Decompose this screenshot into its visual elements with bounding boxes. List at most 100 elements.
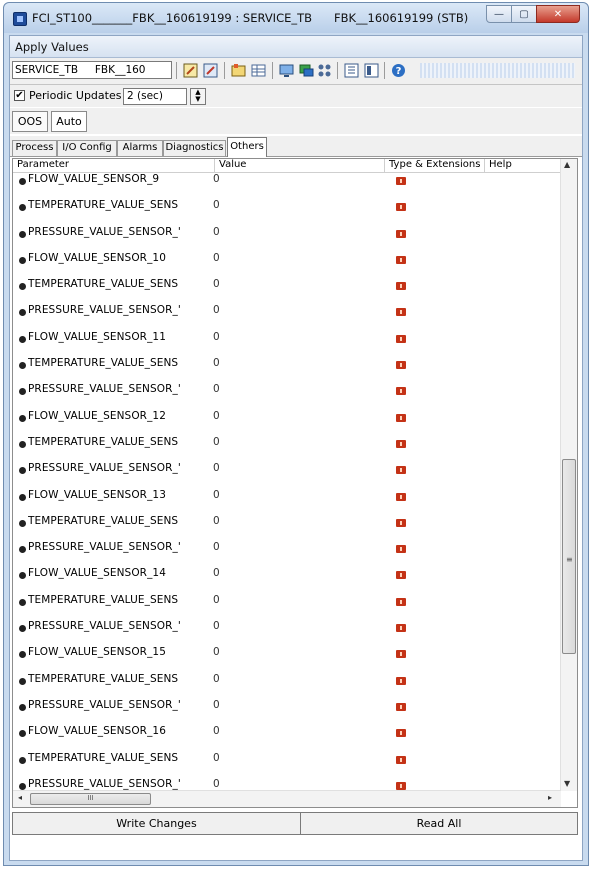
table-row[interactable]: FLOW_VALUE_SENSOR_11 0: [13, 330, 561, 356]
table-row[interactable]: PRESSURE_VALUE_SENSOR_' 0: [13, 461, 561, 487]
scroll-up-arrow[interactable]: ▲: [564, 160, 570, 169]
compare-icon[interactable]: [230, 62, 247, 79]
minimize-button[interactable]: —: [486, 5, 512, 23]
periodic-updates-checkbox[interactable]: ✔: [14, 90, 25, 101]
vertical-scroll-thumb[interactable]: ≡: [562, 459, 576, 654]
auto-button[interactable]: Auto: [51, 111, 87, 132]
table-row[interactable]: TEMPERATURE_VALUE_SENS 0: [13, 672, 561, 698]
maximize-button[interactable]: ▢: [511, 5, 537, 23]
parameter-value[interactable]: 0: [213, 541, 220, 553]
vertical-scrollbar[interactable]: ▲ ≡ ▼: [560, 159, 577, 791]
table-row[interactable]: PRESSURE_VALUE_SENSOR_' 0: [13, 303, 561, 329]
table-row[interactable]: FLOW_VALUE_SENSOR_15 0: [13, 645, 561, 671]
trend-icon[interactable]: [316, 62, 333, 79]
parameter-name: FLOW_VALUE_SENSOR_9: [28, 173, 160, 185]
parameter-name: TEMPERATURE_VALUE_SENS: [28, 357, 179, 370]
table-row[interactable]: FLOW_VALUE_SENSOR_10 0: [13, 251, 561, 277]
parameter-value[interactable]: 0: [213, 752, 220, 764]
table-row[interactable]: FLOW_VALUE_SENSOR_12 0: [13, 409, 561, 435]
table-row[interactable]: TEMPERATURE_VALUE_SENS 0: [13, 198, 561, 224]
parameter-value[interactable]: 0: [213, 620, 220, 632]
oos-button[interactable]: OOS: [12, 111, 48, 132]
client-area: Apply Values SERVICE_TB FBK__160 ? ✔ Per…: [9, 35, 583, 861]
table-row[interactable]: FLOW_VALUE_SENSOR_16 0: [13, 724, 561, 750]
column-value[interactable]: Value: [215, 159, 385, 172]
update-interval-field[interactable]: 2 (sec): [123, 88, 187, 105]
horizontal-scrollbar[interactable]: ◂ III ▸: [13, 790, 561, 807]
table-row[interactable]: TEMPERATURE_VALUE_SENS 0: [13, 435, 561, 461]
table-row[interactable]: TEMPERATURE_VALUE_SENS 0: [13, 593, 561, 619]
table-row[interactable]: PRESSURE_VALUE_SENSOR_' 0: [13, 540, 561, 566]
scroll-down-arrow[interactable]: ▼: [564, 779, 570, 788]
app-icon[interactable]: [13, 12, 27, 26]
interval-spinner[interactable]: ▲ ▼: [190, 88, 206, 105]
column-type-extensions[interactable]: Type & Extensions: [385, 159, 485, 172]
parameter-value[interactable]: 0: [213, 778, 220, 790]
tab-alarms[interactable]: Alarms: [117, 140, 163, 156]
table-row[interactable]: TEMPERATURE_VALUE_SENS 0: [13, 514, 561, 540]
parameter-value[interactable]: 0: [213, 226, 220, 238]
apply-values-menu[interactable]: Apply Values: [15, 40, 89, 54]
parameter-value[interactable]: 0: [213, 673, 220, 685]
monitor-icon[interactable]: [278, 62, 295, 79]
table-row[interactable]: TEMPERATURE_VALUE_SENS 0: [13, 356, 561, 382]
table-row[interactable]: TEMPERATURE_VALUE_SENS 0: [13, 751, 561, 777]
edit-all-icon[interactable]: [202, 62, 219, 79]
table-row[interactable]: FLOW_VALUE_SENSOR_14 0: [13, 566, 561, 592]
help-icon[interactable]: ?: [390, 62, 407, 79]
block-selector[interactable]: SERVICE_TB FBK__160: [12, 61, 172, 79]
table-row[interactable]: FLOW_VALUE_SENSOR_9 0: [13, 172, 561, 198]
table-row[interactable]: PRESSURE_VALUE_SENSOR_' 0: [13, 698, 561, 724]
tab-diagnostics[interactable]: Diagnostics: [163, 140, 226, 156]
column-parameter[interactable]: Parameter: [13, 159, 215, 172]
parameter-value[interactable]: 0: [213, 173, 220, 185]
table-row[interactable]: PRESSURE_VALUE_SENSOR_' 0: [13, 619, 561, 645]
parameter-value[interactable]: 0: [213, 646, 220, 658]
grid-view-icon[interactable]: [343, 62, 360, 79]
title-bar[interactable]: FCI_ST100_______FBK__160619199 : SERVICE…: [4, 3, 588, 33]
parameter-value[interactable]: 0: [213, 489, 220, 501]
parameter-value[interactable]: 0: [213, 331, 220, 343]
horizontal-scroll-thumb[interactable]: III: [30, 793, 151, 805]
write-changes-button[interactable]: Write Changes: [13, 813, 300, 834]
parameter-bullet-icon: [19, 598, 26, 606]
scroll-left-arrow[interactable]: ◂: [18, 793, 22, 802]
periodic-updates-row: ✔ Periodic Updates 2 (sec) ▲ ▼: [10, 85, 582, 107]
parameter-value[interactable]: 0: [213, 304, 220, 316]
parameter-value[interactable]: 0: [213, 699, 220, 711]
parameter-value[interactable]: 0: [213, 357, 220, 369]
network-icon[interactable]: [298, 62, 315, 79]
type-float-icon: [396, 255, 406, 264]
parameter-value[interactable]: 0: [213, 462, 220, 474]
parameter-value[interactable]: 0: [213, 594, 220, 606]
table-row[interactable]: FLOW_VALUE_SENSOR_13 0: [13, 488, 561, 514]
parameter-value[interactable]: 0: [213, 410, 220, 422]
tab-others[interactable]: Others: [227, 137, 267, 157]
read-all-button[interactable]: Read All: [301, 813, 577, 834]
parameter-name: TEMPERATURE_VALUE_SENS: [28, 278, 179, 291]
edit-block-icon[interactable]: [182, 62, 199, 79]
table-row[interactable]: PRESSURE_VALUE_SENSOR_' 0: [13, 382, 561, 408]
type-float-icon: [396, 466, 406, 475]
parameter-value[interactable]: 0: [213, 383, 220, 395]
table-row[interactable]: TEMPERATURE_VALUE_SENS 0: [13, 277, 561, 303]
close-button[interactable]: ✕: [536, 5, 580, 23]
parameter-value[interactable]: 0: [213, 567, 220, 579]
parameter-bullet-icon: [19, 440, 26, 448]
parameter-bullet-icon: [19, 256, 26, 264]
parameter-value[interactable]: 0: [213, 515, 220, 527]
tab-io-config[interactable]: I/O Config: [57, 140, 117, 156]
table-icon[interactable]: [250, 62, 267, 79]
parameter-value[interactable]: 0: [213, 199, 220, 211]
parameter-value[interactable]: 0: [213, 436, 220, 448]
table-row[interactable]: PRESSURE_VALUE_SENSOR_' 0: [13, 225, 561, 251]
parameter-name: TEMPERATURE_VALUE_SENS: [28, 751, 179, 764]
scroll-right-arrow[interactable]: ▸: [548, 793, 552, 802]
parameter-value[interactable]: 0: [213, 725, 220, 737]
list-view-icon[interactable]: [363, 62, 380, 79]
parameter-value[interactable]: 0: [213, 278, 220, 290]
parameter-value[interactable]: 0: [213, 252, 220, 264]
tab-process[interactable]: Process: [12, 140, 57, 156]
menu-bar: Apply Values: [10, 36, 582, 58]
column-help[interactable]: Help: [485, 159, 561, 172]
